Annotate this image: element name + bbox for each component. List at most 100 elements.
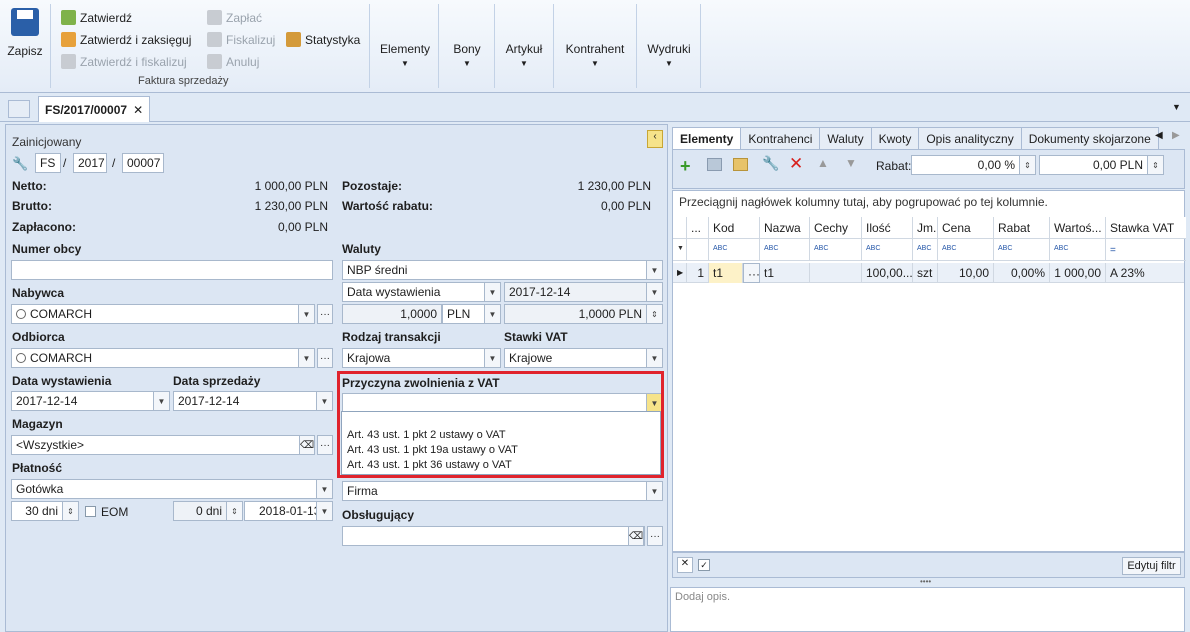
column-header[interactable]: Nazwa bbox=[760, 217, 810, 239]
warehouse-more-button[interactable]: ··· bbox=[317, 435, 333, 455]
status-field[interactable]: Firma ▼ bbox=[342, 481, 663, 501]
filter-icon[interactable]: ▼ bbox=[673, 239, 687, 261]
chevron-down-icon[interactable]: ▼ bbox=[646, 261, 662, 279]
stepper-icon[interactable]: ⇕ bbox=[1019, 156, 1035, 174]
contractor-dropdown[interactable]: Kontrahent ▼ bbox=[563, 42, 627, 68]
tab-contractors[interactable]: Kontrahenci bbox=[740, 127, 821, 149]
tab-analytic[interactable]: Opis analityczny bbox=[918, 127, 1022, 149]
stepper-icon[interactable]: ⇕ bbox=[62, 502, 78, 520]
clear-filter-icon[interactable]: ✕ bbox=[677, 557, 693, 573]
column-header[interactable]: Ilość bbox=[862, 217, 913, 239]
column-header[interactable]: Stawka VAT bbox=[1106, 217, 1186, 239]
approve-fiscal-button[interactable]: Zatwierdź i fiskalizuj bbox=[61, 54, 187, 69]
discount-percent-field[interactable]: 0,00 % ⇕ bbox=[911, 155, 1036, 175]
chevron-down-icon[interactable]: ▼ bbox=[484, 305, 500, 323]
currency-field[interactable]: PLN ▼ bbox=[442, 304, 501, 324]
tab-currencies[interactable]: Waluty bbox=[819, 127, 872, 149]
filter-row-cell[interactable] bbox=[687, 239, 709, 261]
chevron-down-icon[interactable]: ▼ bbox=[316, 480, 332, 498]
column-header[interactable]: Wartoś... bbox=[1050, 217, 1106, 239]
description-field[interactable]: Dodaj opis. bbox=[670, 587, 1185, 632]
buyer-field[interactable]: COMARCH ▼ bbox=[11, 304, 315, 324]
fiscalize-button[interactable]: Fiskalizuj bbox=[207, 32, 275, 47]
buyer-more-button[interactable]: ··· bbox=[317, 304, 333, 324]
abc-filter-icon[interactable]: ABC bbox=[913, 239, 938, 261]
edit-filter-button[interactable]: Edytuj filtr bbox=[1122, 557, 1181, 575]
equals-filter-icon[interactable]: = bbox=[1106, 239, 1186, 261]
handler-field[interactable] bbox=[342, 526, 645, 546]
pay-button[interactable]: Zapłać bbox=[207, 10, 262, 25]
chevron-left-icon[interactable]: ◀ bbox=[1155, 130, 1163, 141]
article-dropdown[interactable]: Artykuł ▼ bbox=[503, 42, 545, 68]
abc-filter-icon[interactable]: ABC bbox=[862, 239, 913, 261]
close-icon[interactable]: ✕ bbox=[133, 103, 143, 117]
extra-days-field[interactable]: 0 dni ⇕ bbox=[173, 501, 243, 521]
stepper-icon[interactable]: ⇕ bbox=[226, 502, 242, 520]
handler-more-button[interactable]: ··· bbox=[647, 526, 663, 546]
chevron-down-icon[interactable]: ▼ bbox=[484, 283, 500, 301]
delete-icon[interactable]: ✕ bbox=[789, 154, 803, 174]
eom-checkbox[interactable] bbox=[85, 506, 96, 517]
column-header[interactable]: Rabat bbox=[994, 217, 1050, 239]
tab-elements[interactable]: Elementy bbox=[672, 127, 742, 149]
eraser-icon[interactable]: ⌫ bbox=[628, 526, 644, 546]
rate-pln-field[interactable]: 1,0000 PLN ⇕ bbox=[504, 304, 663, 324]
chevron-down-icon[interactable]: ▼ bbox=[646, 349, 662, 367]
approve-button[interactable]: Zatwierdź bbox=[61, 10, 132, 25]
prints-dropdown[interactable]: Wydruki ▼ bbox=[646, 42, 692, 68]
chevron-down-icon[interactable]: ▼ bbox=[646, 482, 662, 500]
abc-filter-icon[interactable]: ABC bbox=[709, 239, 760, 261]
splitter-handle[interactable]: •••• bbox=[920, 577, 931, 586]
move-up-icon[interactable]: ▲ bbox=[817, 156, 829, 170]
payment-days-field[interactable]: 30 dni ⇕ bbox=[11, 501, 79, 521]
tab-amounts[interactable]: Kwoty bbox=[870, 127, 920, 149]
collapse-panel-button[interactable]: ‹ bbox=[647, 130, 663, 148]
wrench-icon[interactable]: 🔧 bbox=[762, 155, 779, 172]
tab-document[interactable]: FS/2017/00007 ✕ bbox=[38, 96, 151, 122]
payment-method-field[interactable]: Gotówka ▼ bbox=[11, 479, 333, 499]
chevron-down-icon[interactable]: ▼ bbox=[646, 283, 662, 301]
issue-date-field[interactable]: 2017-12-14 ▼ bbox=[11, 391, 170, 411]
elements-dropdown[interactable]: Elementy ▼ bbox=[380, 42, 430, 68]
due-date-field[interactable]: 2018-01-13 ▼ bbox=[244, 501, 333, 521]
add-from-list-icon[interactable] bbox=[707, 158, 722, 171]
recipient-field[interactable]: COMARCH ▼ bbox=[11, 348, 315, 368]
series-field[interactable]: FS bbox=[35, 153, 61, 173]
eraser-icon[interactable]: ⌫ bbox=[299, 435, 315, 455]
abc-filter-icon[interactable]: ABC bbox=[994, 239, 1050, 261]
recipient-more-button[interactable]: ··· bbox=[317, 348, 333, 368]
column-header[interactable]: Kod bbox=[709, 217, 760, 239]
move-down-icon[interactable]: ▼ bbox=[845, 156, 857, 170]
abc-filter-icon[interactable]: ABC bbox=[1050, 239, 1106, 261]
column-header[interactable]: Cechy bbox=[810, 217, 862, 239]
number-field[interactable]: 00007 bbox=[122, 153, 164, 173]
chevron-down-icon[interactable]: ▼ bbox=[298, 349, 314, 367]
chevron-down-icon[interactable]: ▼ bbox=[298, 305, 314, 323]
exchange-rate-source[interactable]: NBP średni ▼ bbox=[342, 260, 663, 280]
year-field[interactable]: 2017 bbox=[73, 153, 107, 173]
chevron-down-icon[interactable]: ▼ bbox=[1172, 102, 1181, 112]
transaction-type-field[interactable]: Krajowa ▼ bbox=[342, 348, 501, 368]
filter-enabled-checkbox[interactable]: ✓ bbox=[698, 559, 710, 571]
monitor-icon[interactable] bbox=[8, 100, 30, 118]
column-header[interactable]: Cena bbox=[938, 217, 994, 239]
chevron-down-icon[interactable]: ▼ bbox=[316, 392, 332, 410]
abc-filter-icon[interactable]: ABC bbox=[810, 239, 862, 261]
tab-linked-docs[interactable]: Dokumenty skojarzone bbox=[1020, 127, 1159, 149]
rate-date-field[interactable]: 2017-12-14 ▼ bbox=[504, 282, 663, 302]
save-button[interactable]: Zapisz bbox=[6, 8, 44, 58]
vat-rates-field[interactable]: Krajowe ▼ bbox=[504, 348, 663, 368]
add-from-folder-icon[interactable] bbox=[733, 158, 748, 171]
stepper-icon[interactable]: ⇕ bbox=[646, 305, 662, 323]
add-icon[interactable]: + bbox=[680, 156, 691, 177]
rate-basis-field[interactable]: Data wystawienia ▼ bbox=[342, 282, 501, 302]
cancel-button[interactable]: Anuluj bbox=[207, 54, 259, 69]
abc-filter-icon[interactable]: ABC bbox=[938, 239, 994, 261]
chevron-right-icon[interactable]: ▶ bbox=[1172, 130, 1180, 141]
stats-button[interactable]: Statystyka bbox=[286, 32, 360, 47]
vouchers-dropdown[interactable]: Bony ▼ bbox=[448, 42, 486, 68]
chevron-down-icon[interactable]: ▼ bbox=[484, 349, 500, 367]
discount-amount-field[interactable]: 0,00 PLN ⇕ bbox=[1039, 155, 1164, 175]
foreign-number-field[interactable] bbox=[11, 260, 333, 280]
abc-filter-icon[interactable]: ABC bbox=[760, 239, 810, 261]
